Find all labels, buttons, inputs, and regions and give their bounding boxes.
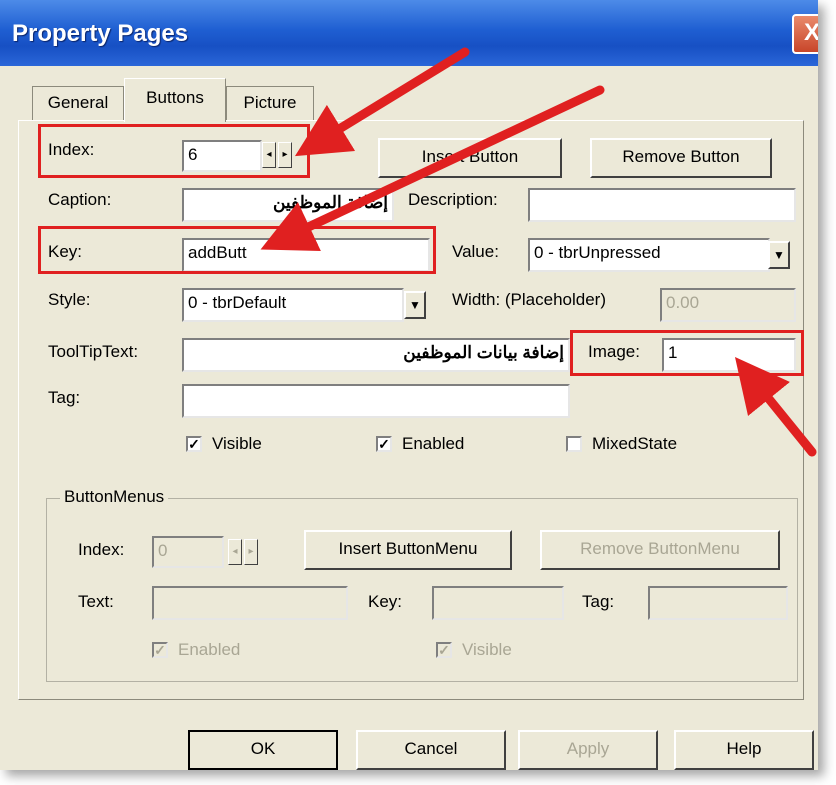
- arrow-to-key: [260, 85, 605, 251]
- arrow-to-index: [294, 47, 470, 157]
- tab-buttons[interactable]: Buttons: [124, 78, 226, 122]
- property-pages-dialog: Property Pages X General Buttons Picture…: [0, 0, 818, 770]
- arrow-to-image: [734, 357, 817, 457]
- annotation-arrows: [260, 47, 817, 457]
